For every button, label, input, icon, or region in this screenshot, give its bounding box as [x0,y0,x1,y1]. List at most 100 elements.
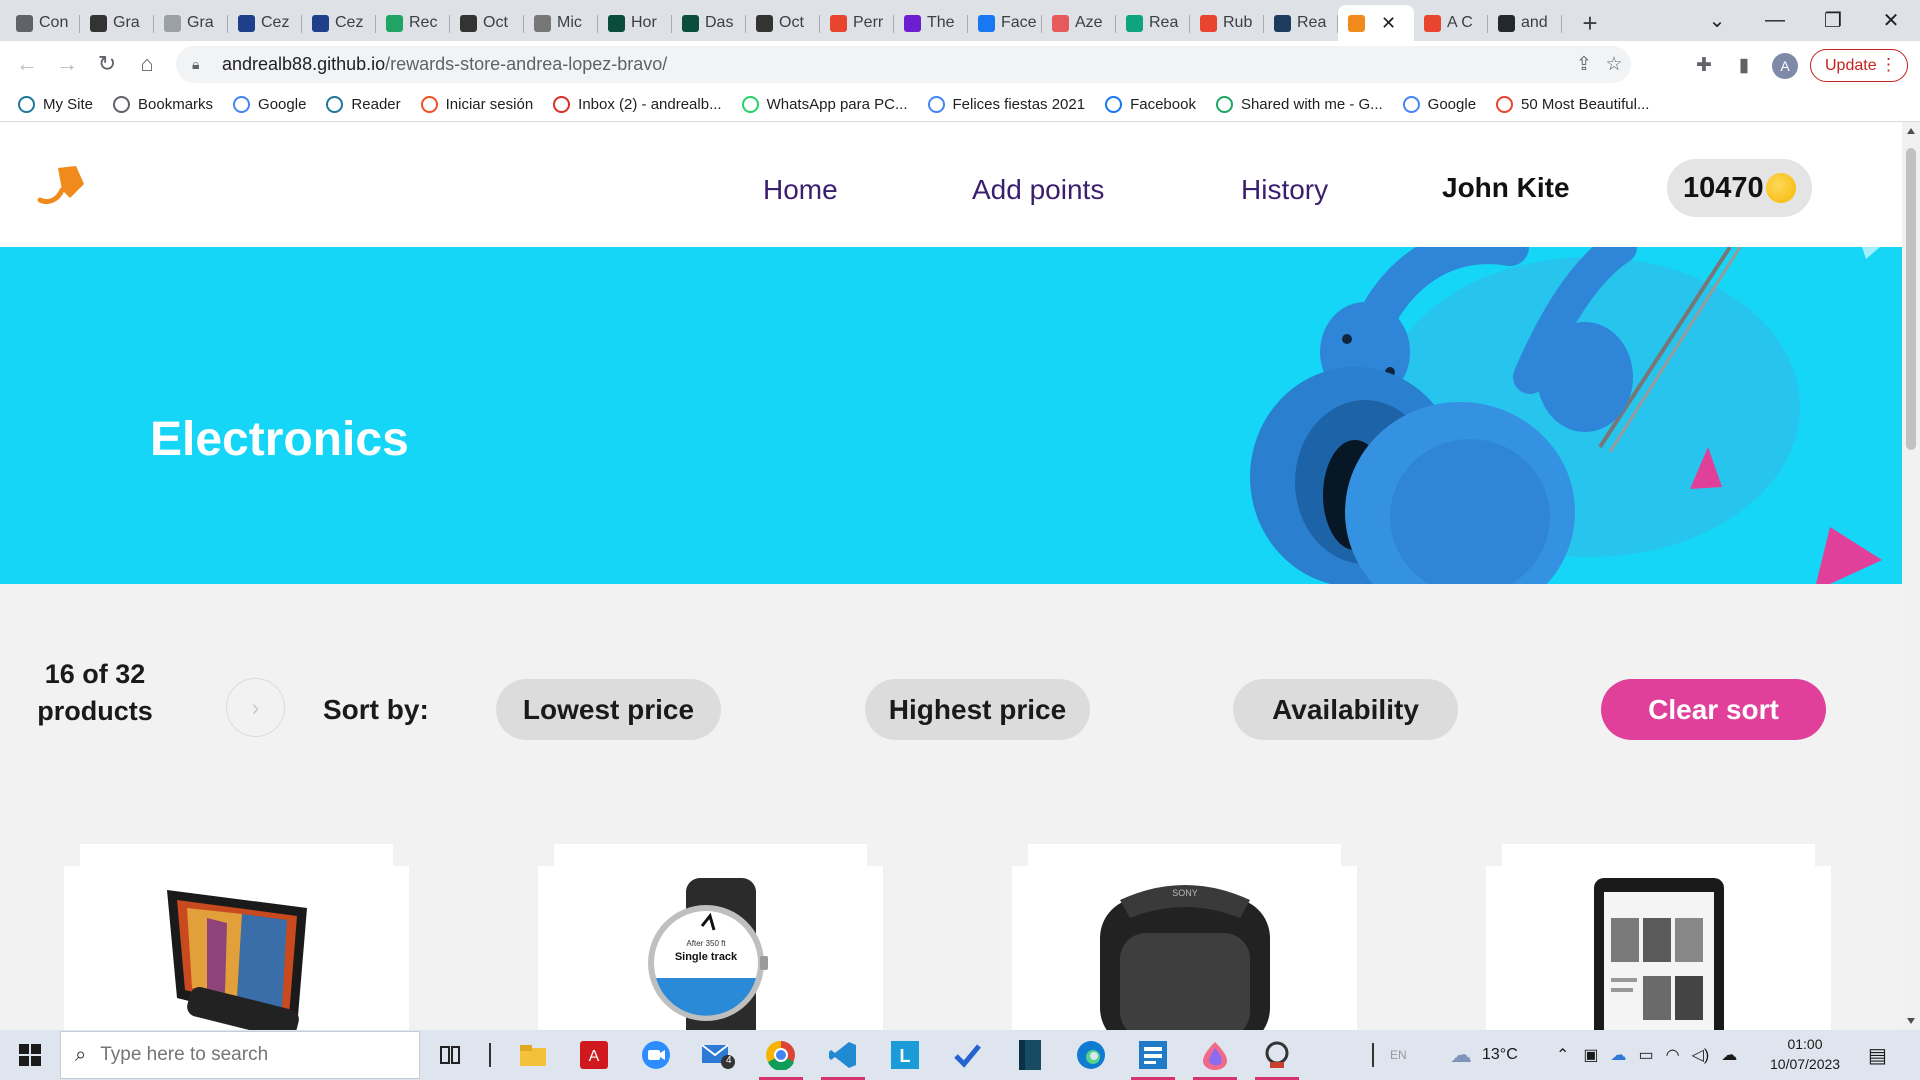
snipping-tool-icon[interactable] [1251,1035,1303,1080]
weather-widget[interactable]: ☁ 13°C [1450,1030,1518,1080]
address-bar[interactable]: 🔒︎ andrealb88.github.io/rewards-store-an… [176,46,1631,83]
nav-home[interactable]: Home [763,174,838,206]
terminal-app-icon[interactable] [1127,1035,1179,1080]
windows-start-icon[interactable] [8,1038,52,1072]
browser-tab[interactable]: A C [1414,5,1488,41]
browser-tab[interactable]: Perr [820,5,894,41]
browser-tab[interactable]: Gra [80,5,154,41]
cloud-sync-icon[interactable]: ☁ [1721,1045,1737,1065]
edge-icon[interactable] [1065,1035,1117,1075]
tab-label: Cez [261,14,290,31]
forward-icon[interactable]: → [48,45,86,83]
home-icon[interactable]: ⌂ [128,45,166,83]
card-notch [1012,844,1028,866]
browser-tab[interactable]: Das [672,5,746,41]
product-card[interactable]: After 350 ft Single track [538,844,883,1030]
sort-highest-price-button[interactable]: Highest price [865,679,1090,740]
restore-icon[interactable]: ❐ [1808,0,1858,41]
menu-dots-icon[interactable]: ⋮ [1880,55,1897,75]
browser-tab[interactable]: Oct [746,5,820,41]
bookmark-star-icon[interactable]: ☆ [1596,46,1632,83]
back-icon[interactable]: ← [8,45,46,83]
nav-add-points[interactable]: Add points [972,174,1104,206]
bookmark-item[interactable]: Google [233,96,306,113]
file-explorer-icon[interactable] [507,1035,559,1075]
bookmark-label: Inbox (2) - andrealb... [578,96,722,113]
logo-icon[interactable] [36,164,90,210]
zoom-icon[interactable] [630,1035,682,1075]
bookmark-item[interactable]: Inbox (2) - andrealb... [553,96,722,113]
bookmark-item[interactable]: Felices fiestas 2021 [927,96,1085,113]
browser-tab[interactable]: Mic [524,5,598,41]
bookmark-item[interactable]: Facebook [1105,96,1196,113]
browser-tab[interactable]: Aze [1042,5,1116,41]
bookmark-item[interactable]: Reader [326,96,401,113]
mail-icon[interactable]: 4 [692,1035,744,1075]
reader-app-icon[interactable] [1003,1035,1055,1075]
bookmark-item[interactable]: 50 Most Beautiful... [1496,96,1649,113]
scroll-thumb[interactable] [1906,148,1916,450]
wifi-icon[interactable]: ◠ [1666,1045,1680,1065]
l-app-icon[interactable]: L [879,1035,931,1075]
scroll-down-icon[interactable] [1907,1018,1915,1024]
browser-tab[interactable]: Cez [302,5,376,41]
profile-avatar[interactable]: A [1772,53,1798,79]
tab-search-icon[interactable]: ⌄ [1692,0,1742,41]
minimize-icon[interactable]: — [1750,0,1800,41]
browser-tab[interactable]: ✕ [1338,5,1414,41]
browser-tab[interactable]: Rub [1190,5,1264,41]
meet-icon[interactable]: ▣ [1583,1045,1598,1065]
chevron-up-icon[interactable]: ⌃ [1556,1045,1569,1065]
taskbar-search-input[interactable] [100,1044,381,1066]
svg-text:L: L [900,1046,911,1066]
browser-tab[interactable]: and [1488,5,1562,41]
acrobat-icon[interactable]: A [568,1035,620,1075]
notifications-icon[interactable]: ▤ [1868,1030,1887,1080]
close-window-icon[interactable]: ✕ [1866,0,1916,41]
volume-icon[interactable]: ◁) [1692,1045,1710,1065]
taskbar-search[interactable]: ⌕ [60,1031,420,1079]
browser-tab[interactable]: Con [6,5,80,41]
update-button[interactable]: Update ⋮ [1810,49,1908,82]
vscode-icon[interactable] [817,1035,869,1080]
browser-tab[interactable]: Gra [154,5,228,41]
bookmark-item[interactable]: Google [1402,96,1476,113]
lock-icon[interactable]: 🔒︎ [192,56,208,73]
close-tab-icon[interactable]: ✕ [1381,13,1396,34]
bookmark-item[interactable]: WhatsApp para PC... [741,96,908,113]
clock[interactable]: 01:00 10/07/2023 [1770,1034,1840,1074]
browser-tab[interactable]: The [894,5,968,41]
browser-tab[interactable]: Rea [1264,5,1338,41]
product-card[interactable] [1486,844,1831,1030]
browser-tab[interactable]: Oct [450,5,524,41]
browser-tab[interactable]: Hor [598,5,672,41]
browser-tab[interactable]: Rec [376,5,450,41]
page-scrollbar[interactable] [1902,122,1920,1030]
extensions-icon[interactable]: ✚ [1686,47,1722,83]
reload-icon[interactable]: ↻ [88,45,126,83]
browser-tab[interactable]: Cez [228,5,302,41]
product-card[interactable] [64,844,409,1030]
nav-history[interactable]: History [1241,174,1328,206]
clear-sort-button[interactable]: Clear sort [1601,679,1826,740]
browser-tab[interactable]: Face [968,5,1042,41]
bookmark-item[interactable]: My Site [18,96,93,113]
display-icon[interactable]: ▭ [1639,1045,1654,1065]
points-balance[interactable]: 10470 [1667,159,1812,217]
side-panel-icon[interactable]: ▮ [1726,47,1762,83]
tray-icons: ⌃ ▣ ☁ ▭ ◠ ◁) ☁ [1556,1030,1737,1080]
product-card[interactable]: SONY [1012,844,1357,1030]
chrome-icon[interactable] [755,1035,807,1080]
sort-availability-button[interactable]: Availability [1233,679,1458,740]
bookmark-item[interactable]: Bookmarks [113,96,213,113]
scroll-up-icon[interactable] [1907,128,1915,134]
onedrive-icon[interactable]: ☁ [1611,1045,1627,1065]
new-tab-button[interactable]: + [1572,5,1608,41]
sort-lowest-price-button[interactable]: Lowest price [496,679,721,740]
bookmark-item[interactable]: Shared with me - G... [1215,96,1383,113]
next-page-button[interactable]: › [226,678,285,737]
paint-app-icon[interactable] [1189,1035,1241,1080]
bookmark-item[interactable]: Iniciar sesión [420,96,533,113]
browser-tab[interactable]: Rea [1116,5,1190,41]
todo-icon[interactable] [941,1035,993,1075]
